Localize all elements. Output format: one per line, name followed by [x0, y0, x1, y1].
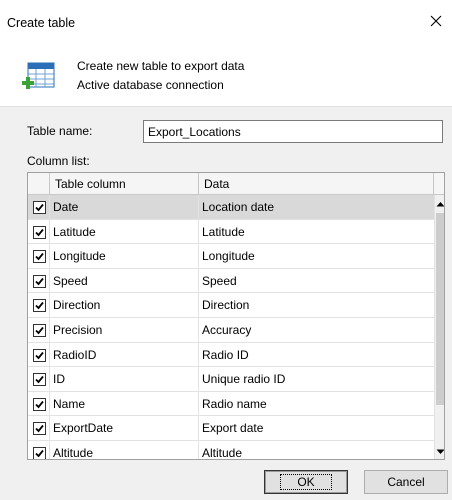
table-name-label: Table name: [27, 124, 93, 138]
table-row[interactable]: Name Radio name [28, 391, 434, 417]
row-checkbox[interactable] [33, 422, 46, 436]
column-list-grid[interactable]: Table column Data Date Location date Lat… [27, 172, 445, 460]
column-name-cell[interactable]: ExportDate [50, 416, 199, 440]
row-checkbox-cell [28, 440, 50, 459]
table-row[interactable]: Altitude Altitude [28, 440, 434, 459]
column-name-cell[interactable]: RadioID [50, 342, 199, 367]
column-name-cell[interactable]: Latitude [50, 219, 199, 244]
header-data[interactable]: Data [199, 173, 434, 195]
header-description: Create new table to export data [77, 59, 245, 73]
data-cell[interactable]: Radio name [199, 392, 434, 416]
table-row[interactable]: Speed Speed [28, 268, 434, 294]
row-checkbox[interactable] [33, 299, 46, 313]
column-name-cell[interactable]: Speed [50, 268, 199, 293]
table-row[interactable]: Longitude Longitude [28, 244, 434, 269]
scrollbar-thumb[interactable] [436, 213, 444, 405]
table-row[interactable]: Precision Accuracy [28, 317, 434, 343]
header-connection-text: Active database connection [77, 78, 224, 92]
check-icon [35, 277, 44, 286]
row-checkbox[interactable] [33, 250, 46, 264]
cancel-button[interactable]: Cancel [364, 470, 448, 494]
data-cell[interactable]: Direction [199, 293, 434, 317]
row-checkbox[interactable] [33, 225, 46, 239]
row-checkbox-cell [28, 391, 50, 416]
data-cell[interactable]: Export date [199, 416, 434, 440]
data-cell[interactable]: Location date [199, 195, 434, 219]
row-checkbox[interactable] [33, 373, 46, 387]
column-list-label: Column list: [27, 154, 90, 168]
column-name-cell[interactable]: Date [50, 195, 199, 219]
database-table-icon [21, 60, 57, 96]
ok-button[interactable]: OK [264, 470, 348, 494]
table-row[interactable]: Latitude Latitude [28, 219, 434, 245]
row-checkbox[interactable] [33, 446, 46, 459]
check-icon [35, 228, 44, 236]
table-row[interactable]: ExportDate Export date [28, 416, 434, 441]
row-checkbox-cell [28, 317, 50, 342]
data-cell[interactable]: Latitude [199, 220, 434, 244]
data-cell[interactable]: Accuracy [199, 318, 434, 342]
row-checkbox-cell [28, 293, 50, 317]
check-icon [35, 203, 44, 212]
table-row[interactable]: ID Unique radio ID [28, 367, 434, 392]
row-checkbox-cell [28, 244, 50, 268]
ok-button-label: OK [280, 474, 332, 490]
row-checkbox[interactable] [33, 397, 46, 411]
row-checkbox-cell [28, 416, 50, 440]
table-row[interactable]: Date Location date [28, 195, 434, 220]
row-checkbox-cell [28, 268, 50, 293]
header-table-column[interactable]: Table column [50, 173, 199, 195]
row-checkbox[interactable] [33, 348, 46, 362]
table-row[interactable]: RadioID Radio ID [28, 342, 434, 368]
close-button[interactable] [420, 8, 452, 34]
check-icon [35, 253, 44, 261]
grid-rows: Date Location date Latitude Latitude Lon… [28, 195, 434, 459]
arrow-up-icon [436, 201, 444, 206]
create-table-dialog: Create table Create new table to export … [0, 0, 452, 500]
table-row[interactable]: Direction Direction [28, 293, 434, 318]
row-checkbox-cell [28, 342, 50, 367]
table-name-input[interactable] [143, 120, 443, 143]
row-checkbox-cell [28, 195, 50, 219]
window-title: Create table [7, 16, 76, 30]
column-name-cell[interactable]: Direction [50, 293, 199, 317]
check-icon [35, 449, 44, 458]
title-bar: Create table [0, 0, 452, 38]
vertical-scrollbar[interactable] [434, 195, 444, 459]
data-cell[interactable]: Speed [199, 269, 434, 293]
column-name-cell[interactable]: Altitude [50, 440, 199, 459]
arrow-down-icon [436, 449, 444, 454]
data-cell[interactable]: Unique radio ID [199, 367, 434, 391]
check-icon [35, 376, 44, 384]
data-cell[interactable]: Longitude [199, 244, 434, 268]
column-name-cell[interactable]: ID [50, 367, 199, 391]
row-checkbox[interactable] [33, 274, 46, 288]
scroll-up-button[interactable] [435, 195, 444, 212]
column-name-cell[interactable]: Longitude [50, 244, 199, 268]
header-checkbox-column[interactable] [28, 173, 50, 195]
data-cell[interactable]: Radio ID [199, 343, 434, 367]
row-checkbox-cell [28, 219, 50, 244]
row-checkbox-cell [28, 367, 50, 391]
close-icon [430, 15, 442, 27]
grid-header: Table column Data [28, 173, 444, 195]
check-icon [35, 302, 44, 310]
column-name-cell[interactable]: Name [50, 391, 199, 416]
row-checkbox[interactable] [33, 323, 46, 337]
column-name-cell[interactable]: Precision [50, 317, 199, 342]
check-icon [35, 400, 44, 409]
row-checkbox[interactable] [33, 201, 46, 214]
scroll-down-button[interactable] [435, 443, 444, 459]
check-icon [35, 351, 44, 359]
data-cell[interactable]: Altitude [199, 441, 434, 459]
check-icon [35, 425, 44, 433]
check-icon [35, 326, 44, 335]
